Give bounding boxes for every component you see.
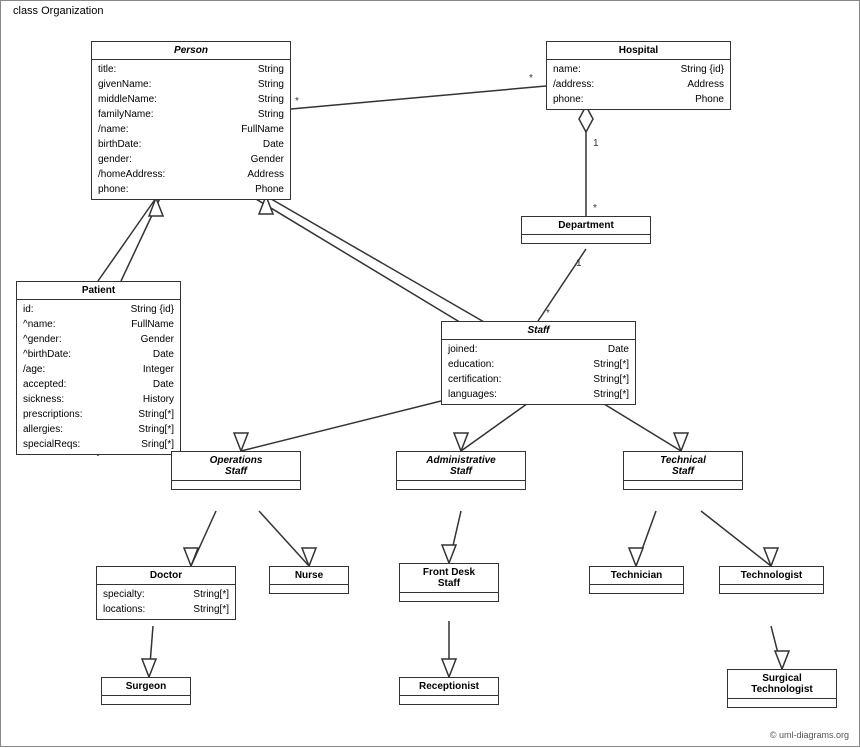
hospital-body: name:String {id} /address:Address phone:…	[547, 60, 730, 109]
front-desk-staff-body	[400, 593, 498, 601]
nurse-header: Nurse	[270, 567, 348, 585]
doctor-class: Doctor specialty:String[*] locations:Str…	[96, 566, 236, 620]
receptionist-header: Receptionist	[400, 678, 498, 696]
nurse-body	[270, 585, 348, 593]
operations-staff-header: OperationsStaff	[172, 452, 300, 481]
staff-body: joined:Date education:String[*] certific…	[442, 340, 635, 404]
patient-class: Patient id:String {id} ^name:FullName ^g…	[16, 281, 181, 455]
surgical-technologist-body	[728, 699, 836, 707]
svg-text:1: 1	[576, 258, 582, 269]
surgeon-header: Surgeon	[102, 678, 190, 696]
person-class: Person title:String givenName:String mid…	[91, 41, 291, 200]
svg-text:1: 1	[593, 138, 599, 149]
surgical-technologist-header: SurgicalTechnologist	[728, 670, 836, 699]
technician-class: Technician	[589, 566, 684, 594]
operations-staff-body	[172, 481, 300, 489]
svg-text:*: *	[295, 96, 299, 107]
front-desk-staff-header: Front DeskStaff	[400, 564, 498, 593]
doctor-header: Doctor	[97, 567, 235, 585]
staff-class: Staff joined:Date education:String[*] ce…	[441, 321, 636, 405]
technical-staff-header: TechnicalStaff	[624, 452, 742, 481]
surgeon-class: Surgeon	[101, 677, 191, 705]
technologist-class: Technologist	[719, 566, 824, 594]
technician-header: Technician	[590, 567, 683, 585]
administrative-staff-header: AdministrativeStaff	[397, 452, 525, 481]
nurse-class: Nurse	[269, 566, 349, 594]
surgeon-body	[102, 696, 190, 704]
person-body: title:String givenName:String middleName…	[92, 60, 290, 199]
administrative-staff-body	[397, 481, 525, 489]
technologist-body	[720, 585, 823, 593]
technologist-header: Technologist	[720, 567, 823, 585]
hospital-header: Hospital	[547, 42, 730, 60]
svg-text:*: *	[546, 308, 550, 319]
receptionist-class: Receptionist	[399, 677, 499, 705]
department-class: Department	[521, 216, 651, 244]
patient-body: id:String {id} ^name:FullName ^gender:Ge…	[17, 300, 180, 454]
operations-staff-class: OperationsStaff	[171, 451, 301, 490]
department-header: Department	[522, 217, 650, 235]
technical-staff-class: TechnicalStaff	[623, 451, 743, 490]
department-body	[522, 235, 650, 243]
person-header: Person	[92, 42, 290, 60]
diagram-title: class Organization	[9, 5, 108, 17]
technician-body	[590, 585, 683, 593]
surgical-technologist-class: SurgicalTechnologist	[727, 669, 837, 708]
svg-text:*: *	[529, 73, 533, 84]
staff-header: Staff	[442, 322, 635, 340]
technical-staff-body	[624, 481, 742, 489]
diagram-container: class Organization 1 * * * 1 * *	[0, 0, 860, 747]
administrative-staff-class: AdministrativeStaff	[396, 451, 526, 490]
copyright-label: © uml-diagrams.org	[770, 730, 849, 740]
svg-text:*: *	[593, 203, 597, 214]
front-desk-staff-class: Front DeskStaff	[399, 563, 499, 602]
doctor-body: specialty:String[*] locations:String[*]	[97, 585, 235, 619]
patient-header: Patient	[17, 282, 180, 300]
receptionist-body	[400, 696, 498, 704]
hospital-class: Hospital name:String {id} /address:Addre…	[546, 41, 731, 110]
